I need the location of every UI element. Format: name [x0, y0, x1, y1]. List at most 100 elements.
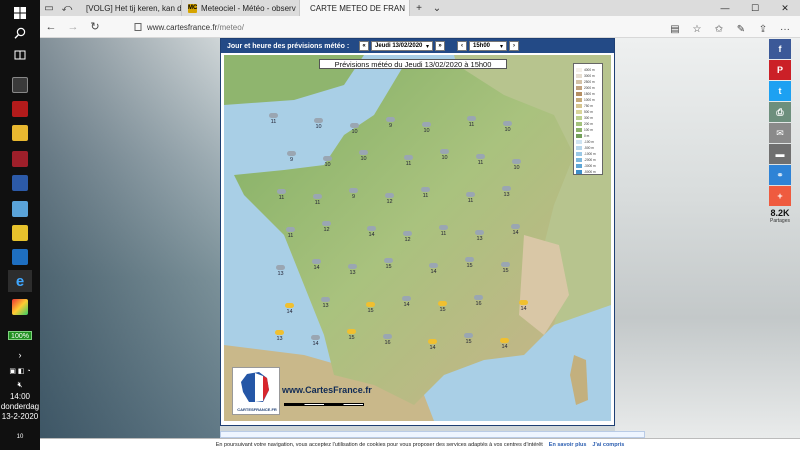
forecast-marker[interactable]: 13: [502, 186, 511, 198]
forecast-marker[interactable]: 10: [422, 122, 431, 134]
outlook-app-icon[interactable]: [8, 246, 32, 268]
minimize-icon[interactable]: —: [710, 0, 740, 16]
chevron-down-icon[interactable]: ⌄: [428, 0, 446, 16]
prev-hour-button[interactable]: ‹: [457, 41, 467, 51]
page-info-icon[interactable]: [134, 23, 142, 31]
next-hour-button[interactable]: ›: [509, 41, 519, 51]
forecast-marker[interactable]: 11: [466, 192, 475, 204]
paint-app-icon[interactable]: [8, 198, 32, 220]
start-windows-icon[interactable]: [8, 2, 32, 24]
forecast-marker[interactable]: 15: [464, 333, 473, 345]
next-day-button[interactable]: »: [435, 41, 445, 51]
forecast-marker[interactable]: 10: [512, 159, 521, 171]
book-app-icon[interactable]: [8, 98, 32, 120]
edge-browser-icon[interactable]: e: [8, 270, 32, 292]
forecast-marker[interactable]: 14: [402, 296, 411, 308]
forecast-marker[interactable]: 13: [321, 297, 330, 309]
facebook-share-button[interactable]: f: [769, 39, 791, 59]
forecast-marker[interactable]: 12: [403, 231, 412, 243]
forecast-marker[interactable]: 10: [359, 150, 368, 162]
forecast-marker[interactable]: 10: [503, 121, 512, 133]
forecast-marker[interactable]: 11: [269, 113, 278, 125]
forecast-marker[interactable]: 10: [440, 149, 449, 161]
tab-carte-meteo[interactable]: CARTE METEO DE FRAN ✕: [300, 0, 410, 16]
more-menu-icon[interactable]: ···: [774, 18, 796, 40]
forward-arrow-icon[interactable]: →: [62, 16, 84, 38]
cookie-accept-link[interactable]: J'ai compris: [592, 442, 624, 448]
time-select[interactable]: 15h00 ▾: [469, 41, 507, 51]
forecast-marker[interactable]: 11: [286, 227, 295, 239]
maximize-icon[interactable]: ☐: [740, 0, 770, 16]
forecast-marker[interactable]: 11: [421, 187, 430, 199]
evernote-share-button[interactable]: ▬: [769, 144, 791, 164]
cookie-more-link[interactable]: En savoir plus: [549, 442, 587, 448]
forecast-marker[interactable]: 12: [322, 221, 331, 233]
task-view-icon[interactable]: [8, 44, 32, 66]
blue-app-icon[interactable]: [8, 172, 32, 194]
cartesfrance-logo[interactable]: CARTESFRANCE.FR: [232, 367, 280, 415]
ad-frame[interactable]: [220, 431, 645, 438]
share-icon[interactable]: ⇪: [752, 18, 774, 40]
forecast-marker[interactable]: 13: [475, 230, 484, 242]
forecast-marker[interactable]: 11: [313, 194, 322, 206]
favorite-star-icon[interactable]: ☆: [686, 18, 708, 40]
map-brand[interactable]: www.CartesFrance.fr: [282, 385, 372, 395]
forecast-marker[interactable]: 14: [367, 226, 376, 238]
forecast-marker[interactable]: 9: [287, 151, 296, 163]
forecast-marker[interactable]: 14: [519, 300, 528, 312]
new-tab-icon[interactable]: +: [410, 0, 428, 16]
file-explorer-icon[interactable]: [8, 122, 32, 144]
notes-pen-icon[interactable]: ✎: [730, 18, 752, 40]
forecast-marker[interactable]: 15: [366, 302, 375, 314]
tab-meteociel[interactable]: MC Meteociel - Météo - observ: [182, 0, 300, 16]
forecast-marker[interactable]: 14: [285, 303, 294, 315]
forecast-marker[interactable]: 15: [347, 329, 356, 341]
pinterest-share-button[interactable]: P: [769, 60, 791, 80]
forecast-marker[interactable]: 12: [385, 193, 394, 205]
url-field[interactable]: www.cartesfrance.fr/meteo/: [134, 20, 474, 34]
tab-volg[interactable]: [VOLG] Het tij keren, kan da: [76, 0, 182, 16]
twitter-share-button[interactable]: t: [769, 81, 791, 101]
forecast-marker[interactable]: 14: [311, 335, 320, 347]
action-center-icon[interactable]: 10: [12, 430, 28, 444]
print-button[interactable]: ⎙: [769, 102, 791, 122]
email-share-button[interactable]: ✉: [769, 123, 791, 143]
forecast-marker[interactable]: 11: [476, 154, 485, 166]
forecast-marker[interactable]: 11: [439, 225, 448, 237]
forecast-marker[interactable]: 16: [383, 334, 392, 346]
forecast-marker[interactable]: 15: [501, 262, 510, 274]
forecast-marker[interactable]: 11: [404, 155, 413, 167]
copy-link-button[interactable]: ⚭: [769, 165, 791, 185]
close-window-icon[interactable]: ✕: [770, 0, 800, 16]
taskbar-clock[interactable]: 14:00 donderdag 13-2-2020: [0, 392, 40, 422]
forecast-marker[interactable]: 10: [350, 123, 359, 135]
forecast-marker[interactable]: 14: [511, 224, 520, 236]
forecast-marker[interactable]: 10: [323, 156, 332, 168]
forecast-marker[interactable]: 13: [275, 330, 284, 342]
forecast-marker[interactable]: 16: [474, 295, 483, 307]
forecast-marker[interactable]: 11: [467, 116, 476, 128]
date-select[interactable]: Jeudi 13/02/2020 ▾: [371, 41, 433, 51]
favorites-hub-icon[interactable]: ✩: [708, 18, 730, 40]
forecast-marker[interactable]: 11: [277, 189, 286, 201]
back-arrow-icon[interactable]: ←: [40, 16, 62, 38]
forecast-marker[interactable]: 10: [314, 118, 323, 130]
yellow-app-icon[interactable]: [8, 222, 32, 244]
battery-indicator[interactable]: 100%: [8, 331, 32, 340]
forecast-marker[interactable]: 14: [428, 339, 437, 351]
forecast-marker[interactable]: 15: [384, 258, 393, 270]
book-app-icon-2[interactable]: [8, 148, 32, 170]
forecast-marker[interactable]: 15: [465, 257, 474, 269]
refresh-icon[interactable]: ↻: [84, 16, 106, 38]
forecast-marker[interactable]: 14: [500, 338, 509, 350]
weather-map[interactable]: Prévisions météo du Jeudi 13/02/2020 à 1…: [224, 55, 611, 421]
more-share-button[interactable]: +: [769, 186, 791, 206]
forecast-marker[interactable]: 13: [276, 265, 285, 277]
forecast-marker[interactable]: 14: [312, 259, 321, 271]
prev-day-button[interactable]: «: [359, 41, 369, 51]
tab-back-icon[interactable]: ⤺: [58, 0, 76, 16]
calculator-app-icon[interactable]: [8, 74, 32, 96]
forecast-marker[interactable]: 14: [429, 263, 438, 275]
reading-view-icon[interactable]: ▤: [664, 18, 686, 40]
forecast-marker[interactable]: 9: [386, 117, 395, 129]
